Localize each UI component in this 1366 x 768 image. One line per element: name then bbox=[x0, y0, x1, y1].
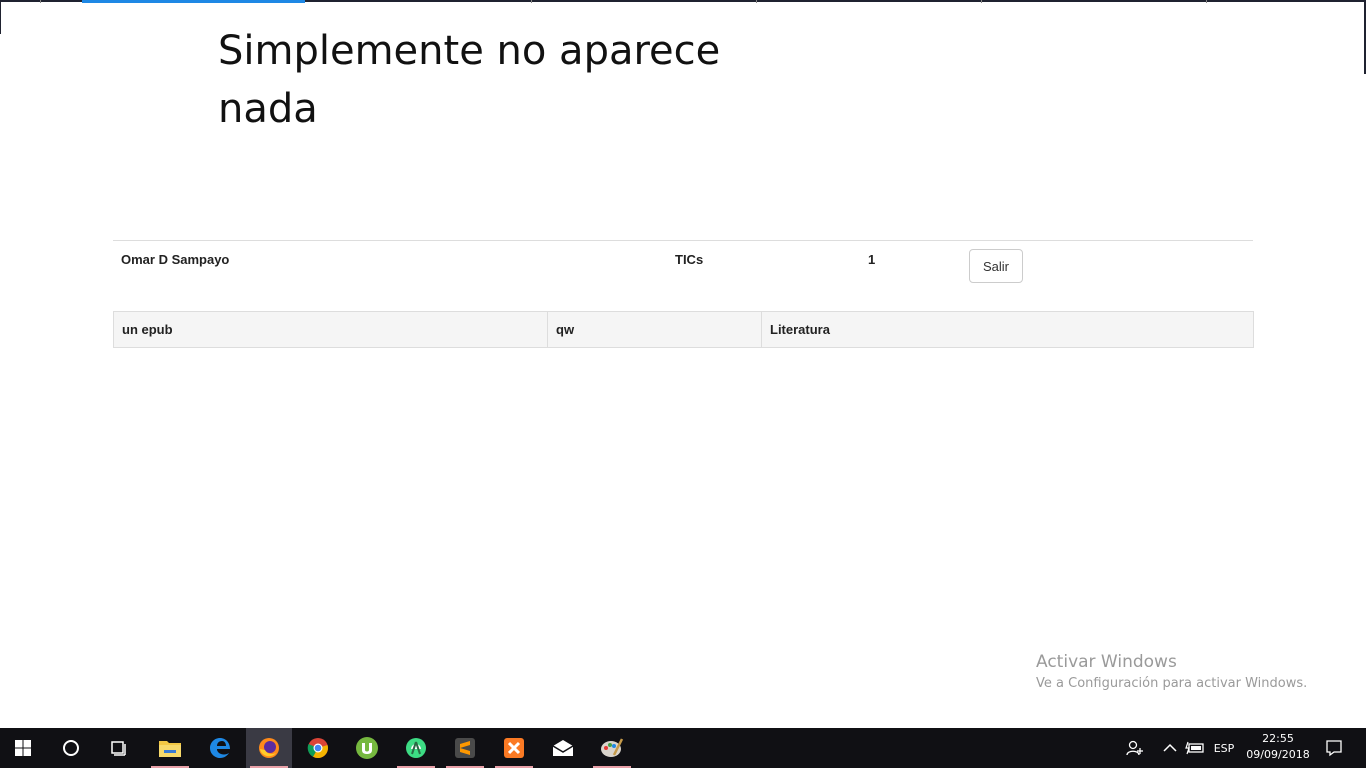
window-edge-left bbox=[0, 0, 1, 34]
user-info-row: Omar D Sampayo TICs 1 Salir bbox=[113, 240, 1253, 293]
activation-title: Activar Windows bbox=[1036, 652, 1177, 672]
cortana-icon bbox=[63, 740, 79, 756]
page-title: Simplemente no aparece nada bbox=[218, 28, 721, 132]
task-view-icon bbox=[111, 741, 126, 756]
edge-icon bbox=[210, 738, 230, 758]
mail-icon bbox=[552, 740, 574, 756]
book-title-cell: un epub bbox=[113, 311, 548, 348]
screen: Simplemente no aparece nada Omar D Sampa… bbox=[0, 0, 1366, 768]
activation-watermark: Activar Windows Ve a Configuración para … bbox=[1036, 651, 1307, 695]
clock[interactable]: 22:55 09/09/2018 bbox=[1244, 731, 1312, 763]
user-department: TICs bbox=[675, 252, 704, 267]
cortana-button[interactable] bbox=[48, 728, 94, 768]
battery-icon bbox=[1185, 741, 1204, 755]
action-center-button[interactable] bbox=[1316, 728, 1352, 768]
book-author-cell: qw bbox=[547, 311, 762, 348]
task-view-button[interactable] bbox=[96, 728, 142, 768]
people-button[interactable] bbox=[1120, 728, 1150, 768]
android-studio-icon bbox=[406, 738, 426, 758]
book-category-cell: Literatura bbox=[761, 311, 1254, 348]
active-tab-indicator[interactable] bbox=[82, 0, 305, 3]
mail-button[interactable] bbox=[540, 728, 586, 768]
clock-date: 09/09/2018 bbox=[1246, 748, 1310, 761]
paint-icon bbox=[601, 738, 624, 757]
user-name: Omar D Sampayo bbox=[121, 252, 230, 267]
books-table: un epub qw Literatura bbox=[113, 311, 1254, 348]
notification-icon bbox=[1326, 740, 1342, 757]
user-count: 1 bbox=[868, 252, 876, 267]
xampp-icon bbox=[504, 738, 524, 758]
edge-button[interactable] bbox=[197, 728, 243, 768]
clock-time: 22:55 bbox=[1262, 732, 1294, 745]
chrome-icon bbox=[307, 738, 328, 759]
firefox-icon bbox=[259, 738, 279, 758]
chevron-up-icon bbox=[1163, 743, 1177, 752]
show-hidden-icons-button[interactable] bbox=[1158, 728, 1182, 768]
sublime-text-button[interactable] bbox=[442, 728, 488, 768]
android-studio-button[interactable] bbox=[393, 728, 439, 768]
table-row: un epub qw Literatura bbox=[113, 311, 1254, 348]
chrome-button[interactable] bbox=[295, 728, 341, 768]
start-icon bbox=[15, 740, 31, 756]
taskbar: ESP 22:55 09/09/2018 bbox=[0, 728, 1366, 768]
firefox-button[interactable] bbox=[246, 728, 292, 768]
activation-subtitle: Ve a Configuración para activar Windows. bbox=[1036, 676, 1308, 691]
utorrent-icon bbox=[356, 737, 378, 759]
language-indicator[interactable]: ESP bbox=[1208, 728, 1240, 768]
file-explorer-button[interactable] bbox=[147, 728, 193, 768]
xampp-button[interactable] bbox=[491, 728, 537, 768]
start-button[interactable] bbox=[0, 728, 46, 768]
people-icon bbox=[1126, 740, 1143, 756]
file-explorer-icon bbox=[159, 741, 181, 757]
browser-tab-strip bbox=[0, 0, 1366, 3]
battery-button[interactable] bbox=[1182, 728, 1208, 768]
paint-button[interactable] bbox=[589, 728, 635, 768]
logout-button[interactable]: Salir bbox=[969, 249, 1023, 283]
utorrent-button[interactable] bbox=[344, 728, 390, 768]
sublime-text-icon bbox=[455, 738, 475, 758]
